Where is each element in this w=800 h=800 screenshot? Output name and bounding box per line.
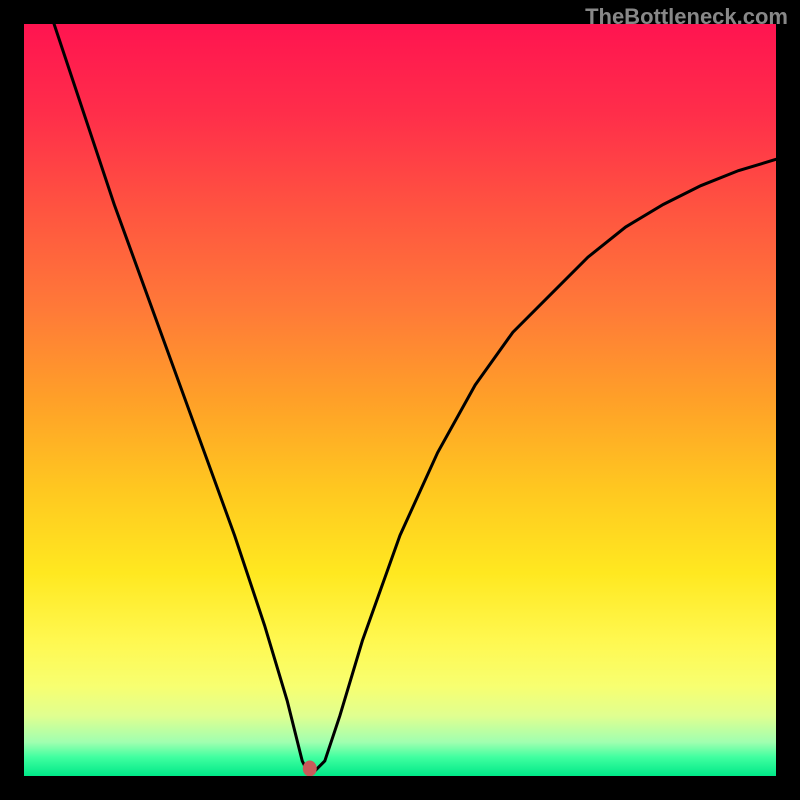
chart-container — [24, 24, 776, 776]
watermark-text: TheBottleneck.com — [585, 4, 788, 30]
bottleneck-chart — [24, 24, 776, 776]
gradient-background — [24, 24, 776, 776]
optimal-point-marker — [303, 760, 317, 776]
